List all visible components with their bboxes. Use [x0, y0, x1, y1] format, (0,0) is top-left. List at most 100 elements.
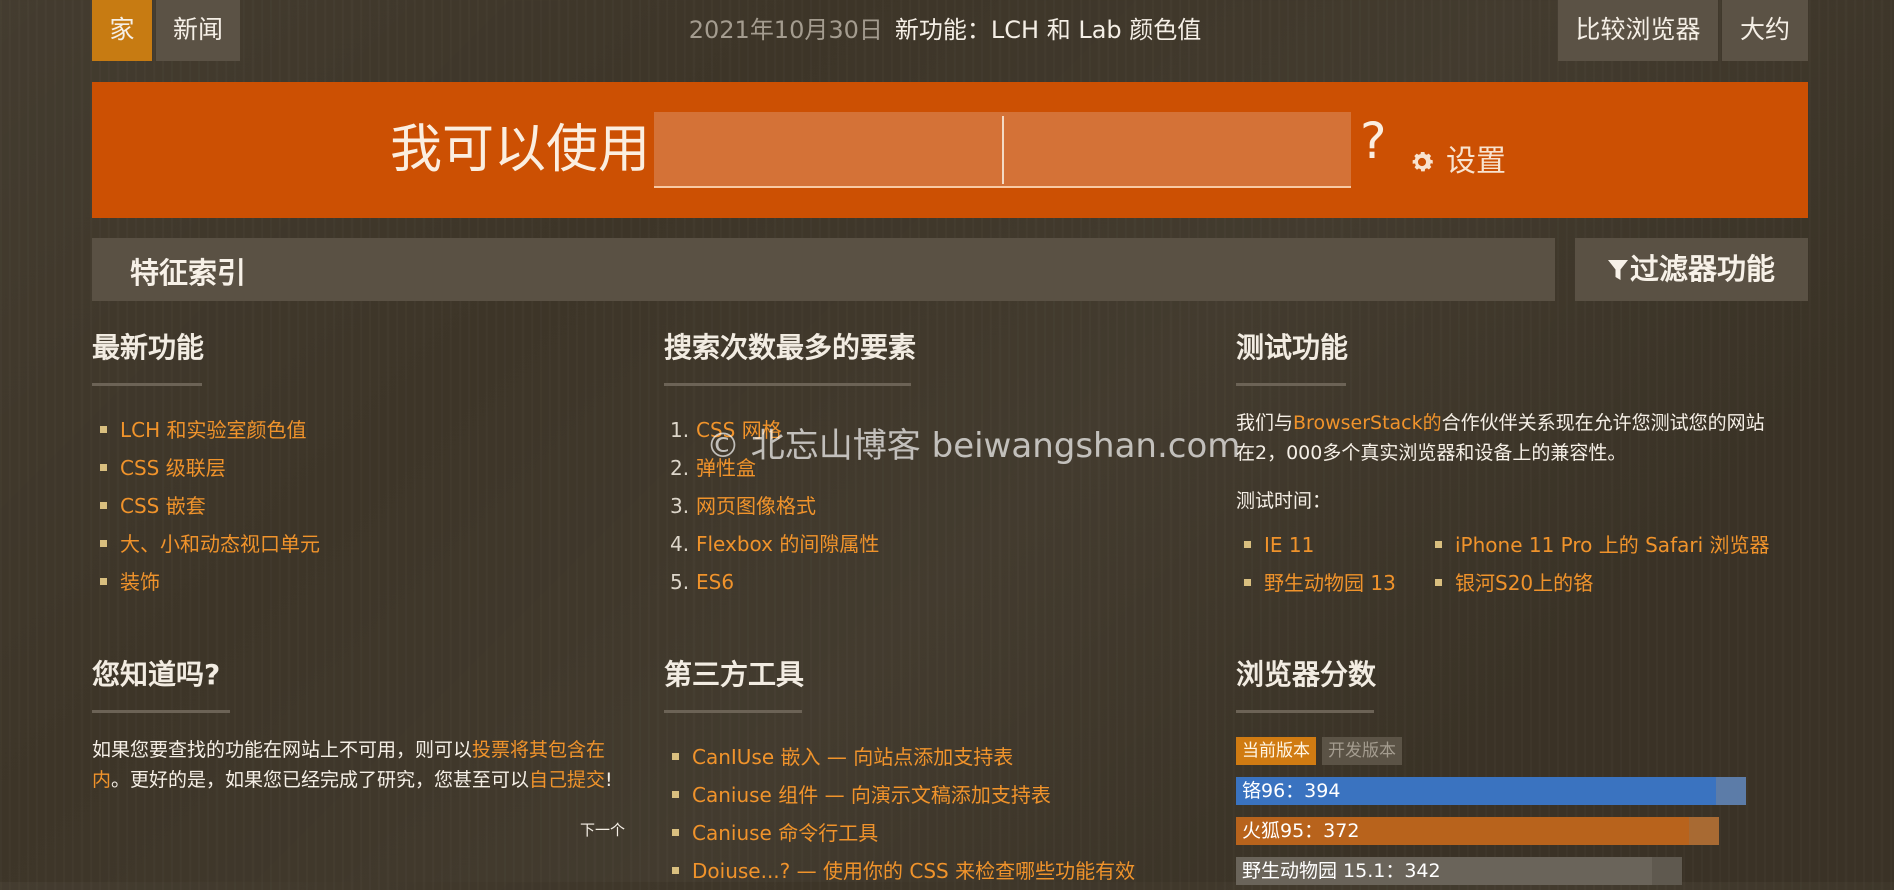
news-announcement[interactable]: 新功能：LCH 和 Lab 颜色值	[895, 16, 1201, 44]
test-browser-list-right: iPhone 11 Pro 上的 Safari 浏览器 银河S20上的铬	[1427, 526, 1770, 602]
banner-title: 我可以使用	[390, 120, 651, 180]
tab-current-version[interactable]: 当前版本	[1236, 737, 1316, 765]
test-browser-link[interactable]: 银河S20上的铬	[1455, 571, 1593, 595]
score-label: 火狐95：372	[1242, 820, 1360, 842]
tool-link[interactable]: Doiuse...? — 使用你的 CSS 来检查哪些功能有效	[692, 859, 1135, 883]
test-browser-link[interactable]: IE 11	[1264, 533, 1314, 557]
feature-link[interactable]: 大、小和动态视口单元	[120, 532, 320, 556]
feature-link[interactable]: 网页图像格式	[696, 494, 816, 518]
feature-link[interactable]: CSS 网格	[696, 418, 782, 442]
item-number: 1.	[670, 418, 690, 442]
list-item[interactable]: Caniuse 组件 — 向演示文稿添加支持表	[664, 776, 1224, 814]
nav-home[interactable]: 家	[92, 0, 152, 61]
test-browser-lists: IE 11 野生动物园 13 iPhone 11 Pro 上的 Safari 浏…	[1236, 526, 1808, 606]
item-number: 3.	[670, 494, 690, 518]
list-item[interactable]: 3. 网页图像格式	[664, 487, 1212, 525]
feature-link[interactable]: Flexbox 的间隙属性	[696, 532, 879, 556]
settings-button[interactable]: 设置	[1408, 136, 1506, 180]
test-browser-link[interactable]: iPhone 11 Pro 上的 Safari 浏览器	[1455, 533, 1770, 557]
list-item[interactable]: 2. 弹性盒	[664, 449, 1212, 487]
list-item[interactable]: iPhone 11 Pro 上的 Safari 浏览器	[1427, 526, 1770, 564]
browser-scores-section: 浏览器分数 当前版本 开发版本 铬96：394 火狐95：372 野生动物园 15…	[1236, 655, 1808, 885]
section-heading: 最新功能	[92, 331, 205, 364]
tool-link[interactable]: CanIUse 嵌入 — 向站点添加支持表	[692, 745, 1013, 769]
list-item[interactable]: 装饰	[92, 563, 640, 601]
item-number: 4.	[670, 532, 690, 556]
search-input[interactable]	[654, 112, 1002, 186]
list-item[interactable]: IE 11	[1236, 526, 1396, 564]
filter-label: 过滤器功能	[1629, 252, 1775, 286]
score-row: 野生动物园 15.1：342	[1236, 857, 1808, 885]
list-item[interactable]: CSS 嵌套	[92, 487, 640, 525]
gear-icon	[1408, 144, 1446, 179]
dyk-text: !	[605, 769, 613, 791]
search-input-secondary[interactable]	[1003, 112, 1351, 186]
item-number: 2.	[670, 456, 690, 480]
feature-link[interactable]: 弹性盒	[696, 456, 756, 480]
list-item[interactable]: 1. CSS 网格	[664, 411, 1212, 449]
list-item[interactable]: CSS 级联层	[92, 449, 640, 487]
latest-features-list: LCH 和实验室颜色值 CSS 级联层 CSS 嵌套 大、小和动态视口单元 装饰	[92, 411, 640, 601]
filter-features-button[interactable]: 过滤器功能	[1575, 238, 1808, 301]
intro-text: 我们与	[1236, 412, 1294, 434]
submit-link[interactable]: 自己提交	[529, 769, 605, 791]
list-item[interactable]: 大、小和动态视口单元	[92, 525, 640, 563]
dyk-text: 如果您要查找的功能在网站上不可用，则可以	[92, 739, 473, 761]
version-tabs: 当前版本 开发版本	[1236, 737, 1808, 765]
feature-index-bar[interactable]: 特征索引	[92, 238, 1555, 301]
did-you-know-section: 您知道吗? 如果您要查找的功能在网站上不可用，则可以投票将其包含在内。更好的是，…	[92, 655, 637, 839]
heading-underline	[664, 710, 802, 713]
list-item[interactable]: Doiuse...? — 使用你的 CSS 来检查哪些功能有效	[664, 852, 1224, 890]
heading-underline	[1236, 383, 1346, 386]
heading-underline	[92, 710, 230, 713]
feature-link[interactable]: CSS 嵌套	[120, 494, 206, 518]
section-heading: 您知道吗?	[92, 658, 221, 691]
browserstack-link[interactable]: BrowserStack的	[1293, 412, 1442, 434]
top-nav: 家 新闻 2021年10月30日 新功能：LCH 和 Lab 颜色值 比较浏览器 …	[0, 0, 1894, 61]
score-label: 野生动物园 15.1：342	[1242, 860, 1441, 882]
settings-label: 设置	[1446, 144, 1506, 179]
list-item[interactable]: 4. Flexbox 的间隙属性	[664, 525, 1212, 563]
third-party-tools-section: 第三方工具 CanIUse 嵌入 — 向站点添加支持表 Caniuse 组件 —…	[664, 655, 1224, 890]
feature-link[interactable]: LCH 和实验室颜色值	[120, 418, 307, 442]
feature-link[interactable]: 装饰	[120, 570, 160, 594]
question-mark: ?	[1360, 112, 1387, 170]
next-tip-link[interactable]: 下一个	[580, 819, 625, 840]
list-item[interactable]: Caniuse 命令行工具	[664, 814, 1224, 852]
nav-about[interactable]: 大约	[1722, 0, 1808, 61]
test-browser-list-left: IE 11 野生动物园 13	[1236, 526, 1396, 602]
test-time-label: 测试时间：	[1236, 490, 1332, 512]
tab-dev-version[interactable]: 开发版本	[1322, 737, 1402, 765]
score-bars: 铬96：394 火狐95：372 野生动物园 15.1：342	[1236, 777, 1808, 885]
list-item[interactable]: 银河S20上的铬	[1427, 564, 1770, 602]
news-ticker[interactable]: 2021年10月30日 新功能：LCH 和 Lab 颜色值	[600, 0, 1290, 61]
score-row: 火狐95：372	[1236, 817, 1808, 845]
tool-link[interactable]: Caniuse 组件 — 向演示文稿添加支持表	[692, 783, 1051, 807]
test-browser-link[interactable]: 野生动物园 13	[1264, 571, 1396, 595]
heading-underline	[664, 383, 911, 386]
feature-link[interactable]: ES6	[696, 570, 734, 594]
nav-compare-browsers[interactable]: 比较浏览器	[1558, 0, 1718, 61]
dyk-text: 。更好的是，如果您已经完成了研究，您甚至可以	[111, 769, 530, 791]
score-label: 铬96：394	[1242, 780, 1341, 802]
latest-features-section: 最新功能 LCH 和实验室颜色值 CSS 级联层 CSS 嵌套 大、小和动态视口…	[92, 328, 640, 601]
list-item[interactable]: CanIUse 嵌入 — 向站点添加支持表	[664, 738, 1224, 776]
feature-index-label: 特征索引	[130, 256, 247, 290]
score-row: 铬96：394	[1236, 777, 1808, 805]
list-item[interactable]: LCH 和实验室颜色值	[92, 411, 640, 449]
filter-icon	[1607, 252, 1630, 286]
news-date: 2021年10月30日	[688, 16, 883, 44]
search-banner: 我可以使用 ? 设置	[92, 82, 1808, 218]
list-item[interactable]: 野生动物园 13	[1236, 564, 1396, 602]
feature-link[interactable]: CSS 级联层	[120, 456, 226, 480]
third-party-tools-list: CanIUse 嵌入 — 向站点添加支持表 Caniuse 组件 — 向演示文稿…	[664, 738, 1224, 890]
search-box	[654, 112, 1351, 188]
tool-link[interactable]: Caniuse 命令行工具	[692, 821, 878, 845]
section-heading: 浏览器分数	[1236, 658, 1377, 691]
section-heading: 第三方工具	[664, 658, 805, 691]
section-heading: 测试功能	[1236, 331, 1349, 364]
list-item[interactable]: 5. ES6	[664, 563, 1212, 601]
heading-underline	[1236, 710, 1374, 713]
nav-news[interactable]: 新闻	[156, 0, 240, 61]
most-searched-list: 1. CSS 网格 2. 弹性盒 3. 网页图像格式 4. Flexbox 的间隙属性 …	[664, 411, 1212, 601]
